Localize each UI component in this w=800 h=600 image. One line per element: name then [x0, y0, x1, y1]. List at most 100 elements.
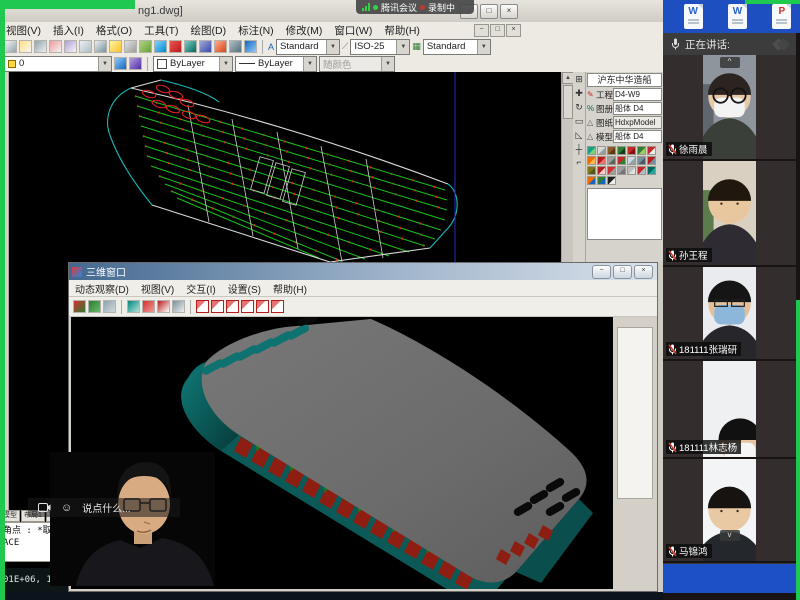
- modeling-tool-icon[interactable]: ▭: [575, 116, 584, 127]
- palette-tool-icon[interactable]: [627, 146, 636, 155]
- toolbar-icon[interactable]: [199, 40, 212, 53]
- menu-item[interactable]: 交互(I): [180, 281, 221, 296]
- palette-tool-icon[interactable]: [627, 156, 636, 165]
- participant-tile[interactable]: ^ 徐雨晨: [663, 55, 796, 159]
- collapse-down-button[interactable]: v: [720, 530, 740, 541]
- modeling-tool-icon[interactable]: ✚: [575, 88, 583, 99]
- palette-tool-icon[interactable]: [647, 146, 656, 155]
- menu-item[interactable]: 窗口(W): [328, 23, 378, 38]
- view-cube-icon[interactable]: [271, 300, 284, 313]
- toolbar-icon[interactable]: [244, 40, 257, 53]
- doc-window-maximize-button[interactable]: □: [490, 24, 505, 37]
- toolbar-icon[interactable]: [154, 40, 167, 53]
- menu-item[interactable]: 标注(N): [232, 23, 280, 38]
- modeling-tool-icon[interactable]: ↻: [575, 102, 583, 113]
- view-cube-icon[interactable]: [256, 300, 269, 313]
- layer-previous-icon[interactable]: [129, 57, 142, 70]
- toolbar-icon[interactable]: [4, 40, 17, 53]
- palette-tool-icon[interactable]: [587, 166, 596, 175]
- table-style-combo[interactable]: Standard▼: [423, 39, 491, 55]
- palette-tool-icon[interactable]: [607, 176, 616, 185]
- camera-icon[interactable]: [38, 503, 51, 512]
- viewer3d-tool-icon[interactable]: [103, 300, 116, 313]
- palette-tool-icon[interactable]: [647, 166, 656, 175]
- pdf-doc-icon[interactable]: P: [772, 4, 791, 29]
- palette-tool-icon[interactable]: [597, 176, 606, 185]
- viewer3d-tool-icon[interactable]: [172, 300, 185, 313]
- palette-field-value[interactable]: HdxpModel ▼: [613, 116, 662, 129]
- cad-window-maximize-button[interactable]: □: [480, 4, 498, 19]
- menu-item[interactable]: 绘图(D): [185, 23, 233, 38]
- palette-tool-icon[interactable]: [637, 146, 646, 155]
- palette-tool-icon[interactable]: [647, 156, 656, 165]
- collapse-up-button[interactable]: ^: [720, 57, 740, 68]
- participant-tile[interactable]: 181111林志杨: [663, 361, 796, 457]
- palette-tool-icon[interactable]: [597, 156, 606, 165]
- toolbar-icon[interactable]: [139, 40, 152, 53]
- viewer3d-maximize-button[interactable]: □: [613, 265, 632, 279]
- viewer3d-tool-icon[interactable]: [73, 300, 86, 313]
- palette-tool-icon[interactable]: [617, 146, 626, 155]
- participant-tile[interactable]: 孙王程: [663, 161, 796, 265]
- palette-tool-icon[interactable]: [627, 166, 636, 175]
- toolbar-icon[interactable]: [94, 40, 107, 53]
- palette-tool-icon[interactable]: [597, 166, 606, 175]
- palette-tool-icon[interactable]: [617, 166, 626, 175]
- viewer3d-tool-icon[interactable]: [142, 300, 155, 313]
- modeling-tool-icon[interactable]: ┼: [576, 144, 582, 154]
- doc-window-minimize-button[interactable]: −: [474, 24, 489, 37]
- menu-item[interactable]: 视图(V): [135, 281, 180, 296]
- toolbar-icon[interactable]: [109, 40, 122, 53]
- menu-item[interactable]: 帮助(H): [267, 281, 313, 296]
- toolbar-icon[interactable]: [19, 40, 32, 53]
- lineweight-combo[interactable]: 随颜色▼: [319, 56, 395, 72]
- palette-tool-icon[interactable]: [637, 166, 646, 175]
- menu-item[interactable]: 格式(O): [90, 23, 138, 38]
- palette-tool-icon[interactable]: [607, 146, 616, 155]
- layer-combo[interactable]: 0▼: [4, 56, 112, 72]
- menu-item[interactable]: 修改(M): [280, 23, 329, 38]
- menu-item[interactable]: 插入(I): [47, 23, 90, 38]
- meeting-status-pill[interactable]: 腾讯会议 录制中: [356, 0, 474, 14]
- menu-item[interactable]: 设置(S): [222, 281, 267, 296]
- chat-input-placeholder[interactable]: 说点什么...: [82, 500, 130, 515]
- viewer3d-minimize-button[interactable]: −: [592, 265, 611, 279]
- presenter-webcam[interactable]: [50, 452, 215, 586]
- menu-item[interactable]: 工具(T): [138, 23, 184, 38]
- toolbar-icon[interactable]: [49, 40, 62, 53]
- toolbar-icon[interactable]: [214, 40, 227, 53]
- word-doc-icon[interactable]: W: [684, 4, 703, 29]
- viewer3d-tool-icon[interactable]: [127, 300, 140, 313]
- linetype-combo[interactable]: ByLayer▼: [235, 56, 317, 72]
- drawing-vertical-scrollbar[interactable]: ▲: [561, 72, 573, 262]
- text-style-combo[interactable]: Standard▼: [276, 39, 340, 55]
- viewer3d-tool-icon[interactable]: [88, 300, 101, 313]
- participant-tile[interactable]: v 马锦鸿: [663, 459, 796, 561]
- toolbar-icon[interactable]: [184, 40, 197, 53]
- emoji-icon[interactable]: ☺: [61, 502, 72, 514]
- palette-field-value[interactable]: 船体 D4: [613, 130, 662, 143]
- video-chat-overlay[interactable]: ☺ 说点什么...: [28, 498, 180, 517]
- participant-tile[interactable]: 181111张瑞研: [663, 267, 796, 359]
- palette-tool-icon[interactable]: [597, 146, 606, 155]
- palette-tool-icon[interactable]: [587, 176, 596, 185]
- viewer3d-tool-icon[interactable]: [157, 300, 170, 313]
- view-cube-icon[interactable]: [241, 300, 254, 313]
- toolbar-icon[interactable]: [169, 40, 182, 53]
- menu-item[interactable]: 帮助(H): [378, 23, 426, 38]
- palette-tool-icon[interactable]: [607, 156, 616, 165]
- modeling-tool-icon[interactable]: ⌐: [576, 157, 581, 167]
- word-doc-icon[interactable]: W: [728, 4, 747, 29]
- viewer3d-close-button[interactable]: ×: [634, 265, 653, 279]
- toolbar-icon[interactable]: [64, 40, 77, 53]
- palette-list-box[interactable]: [587, 188, 662, 240]
- toolbar-icon[interactable]: [34, 40, 47, 53]
- palette-field-value[interactable]: D4-W9: [613, 88, 662, 101]
- toolbar-icon[interactable]: [79, 40, 92, 53]
- color-combo[interactable]: ByLayer▼: [153, 56, 233, 72]
- palette-tool-icon[interactable]: [587, 156, 596, 165]
- cad-window-close-button[interactable]: ×: [500, 4, 518, 19]
- modeling-tool-icon[interactable]: ◺: [576, 130, 583, 141]
- view-cube-icon[interactable]: [211, 300, 224, 313]
- dim-style-combo[interactable]: ISO-25▼: [350, 39, 410, 55]
